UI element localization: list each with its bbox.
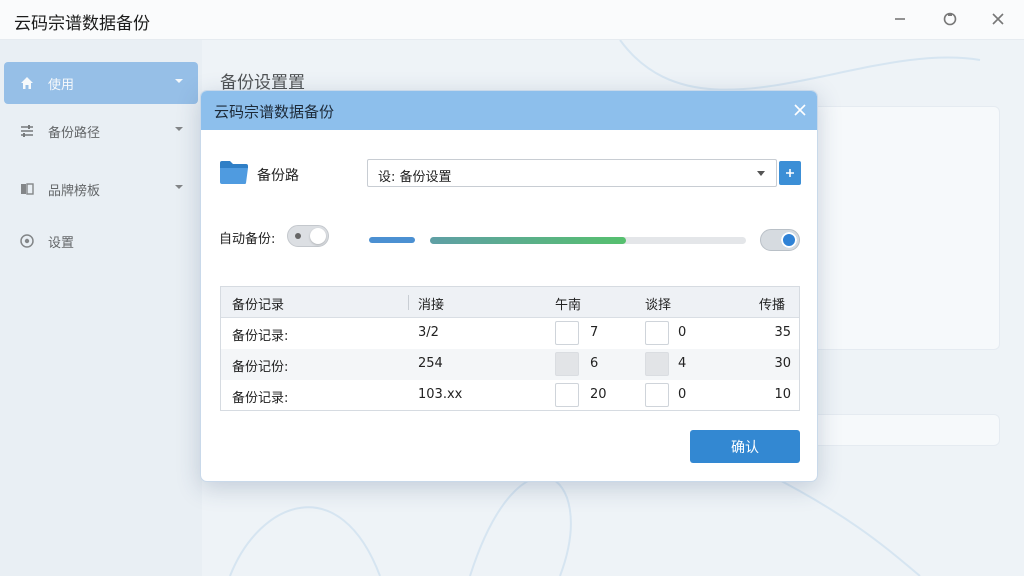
schedule-toggle[interactable] xyxy=(760,229,800,251)
row-checkbox[interactable] xyxy=(645,352,669,376)
column-divider xyxy=(408,295,409,310)
toggle-knob xyxy=(781,232,797,248)
restore-icon xyxy=(943,12,957,26)
minimize-button[interactable] xyxy=(886,6,914,32)
column-header: 谈择 xyxy=(645,298,672,313)
row-value: 103.xx xyxy=(418,387,463,402)
backup-path-label: 备份路 xyxy=(257,168,299,184)
column-header: 午南 xyxy=(555,298,582,313)
backup-path-value: 设: 备份设置 xyxy=(378,170,452,185)
backup-dialog: 云码宗谱数据备份 备份路 设: 备份设置 自动备份: 备份记录 消接 午南 谈择… xyxy=(200,90,818,482)
column-header: 传播 xyxy=(759,298,786,313)
progress-fill xyxy=(430,237,626,244)
backup-path-select[interactable]: 设: 备份设置 xyxy=(367,159,777,187)
row-name: 备份记录: xyxy=(232,391,289,406)
row-name: 备份记录: xyxy=(232,329,289,344)
row-count-a: 6 xyxy=(590,356,599,371)
row-name: 备份记份: xyxy=(232,360,289,375)
chevron-down-icon xyxy=(757,171,765,176)
table-row[interactable]: 备份记录: 3/2 7 0 35 xyxy=(221,318,799,349)
row-count-b: 4 xyxy=(678,356,687,371)
backup-progress-bar xyxy=(430,237,746,244)
dialog-header: 云码宗谱数据备份 xyxy=(201,91,817,130)
row-count-c: 10 xyxy=(774,387,791,402)
app-window: 云码宗谱数据备份 使用 备份路径 品牌榜板 设置 备份设置置 云码宗谱数据备份 … xyxy=(0,0,1024,576)
row-value: 254 xyxy=(418,356,443,371)
progress-segment xyxy=(369,237,415,243)
row-checkbox[interactable] xyxy=(555,352,579,376)
row-count-b: 0 xyxy=(678,387,687,402)
toggle-dot xyxy=(295,233,301,239)
dialog-title: 云码宗谱数据备份 xyxy=(214,103,335,121)
app-title: 云码宗谱数据备份 xyxy=(14,14,150,34)
column-header: 备份记录 xyxy=(232,298,285,313)
backup-table: 备份记录 消接 午南 谈择 传播 备份记录: 3/2 7 0 35 备份记份: … xyxy=(220,286,800,411)
row-count-b: 0 xyxy=(678,325,687,340)
row-checkbox[interactable] xyxy=(555,383,579,407)
title-bar: 云码宗谱数据备份 xyxy=(0,0,1024,40)
close-window-button[interactable] xyxy=(984,6,1012,32)
toggle-knob xyxy=(310,228,326,244)
close-icon xyxy=(992,13,1004,25)
maximize-button[interactable] xyxy=(936,6,964,32)
row-count-a: 7 xyxy=(590,325,599,340)
row-checkbox[interactable] xyxy=(645,383,669,407)
table-row[interactable]: 备份记份: 254 6 4 30 xyxy=(221,349,799,380)
close-icon xyxy=(794,104,806,116)
dialog-close-button[interactable] xyxy=(789,99,811,121)
auto-backup-label: 自动备份: xyxy=(219,232,276,247)
row-value: 3/2 xyxy=(418,325,439,340)
confirm-button[interactable]: 确认 xyxy=(690,430,800,463)
add-path-button[interactable] xyxy=(779,161,801,185)
row-count-c: 35 xyxy=(774,325,791,340)
minimize-icon xyxy=(895,18,905,20)
row-count-c: 30 xyxy=(774,356,791,371)
column-header: 消接 xyxy=(418,298,445,313)
table-header: 备份记录 消接 午南 谈择 传播 xyxy=(221,287,799,318)
plus-icon xyxy=(786,169,794,177)
auto-backup-toggle[interactable] xyxy=(287,225,329,247)
folder-icon xyxy=(220,161,248,184)
row-checkbox[interactable] xyxy=(645,321,669,345)
table-row[interactable]: 备份记录: 103.xx 20 0 10 xyxy=(221,380,799,411)
row-checkbox[interactable] xyxy=(555,321,579,345)
row-count-a: 20 xyxy=(590,387,607,402)
